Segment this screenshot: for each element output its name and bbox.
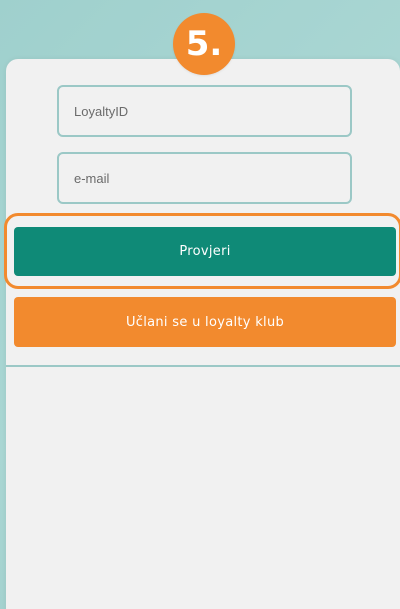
check-button[interactable]: Provjeri bbox=[14, 227, 396, 276]
check-button-label: Provjeri bbox=[179, 244, 231, 259]
email-placeholder: e-mail bbox=[74, 170, 110, 186]
join-loyalty-club-button[interactable]: Učlani se u loyalty klub bbox=[14, 297, 396, 347]
divider bbox=[6, 365, 400, 367]
step-number-badge: 5. bbox=[173, 13, 235, 75]
join-button-label: Učlani se u loyalty klub bbox=[125, 314, 285, 330]
loyalty-form-card: LoyaltyID e-mail Provjeri Učlani se u lo… bbox=[4, 59, 400, 609]
loyalty-id-input[interactable]: LoyaltyID bbox=[57, 85, 352, 137]
loyalty-id-placeholder: LoyaltyID bbox=[74, 103, 129, 119]
email-input[interactable]: e-mail bbox=[57, 152, 352, 204]
